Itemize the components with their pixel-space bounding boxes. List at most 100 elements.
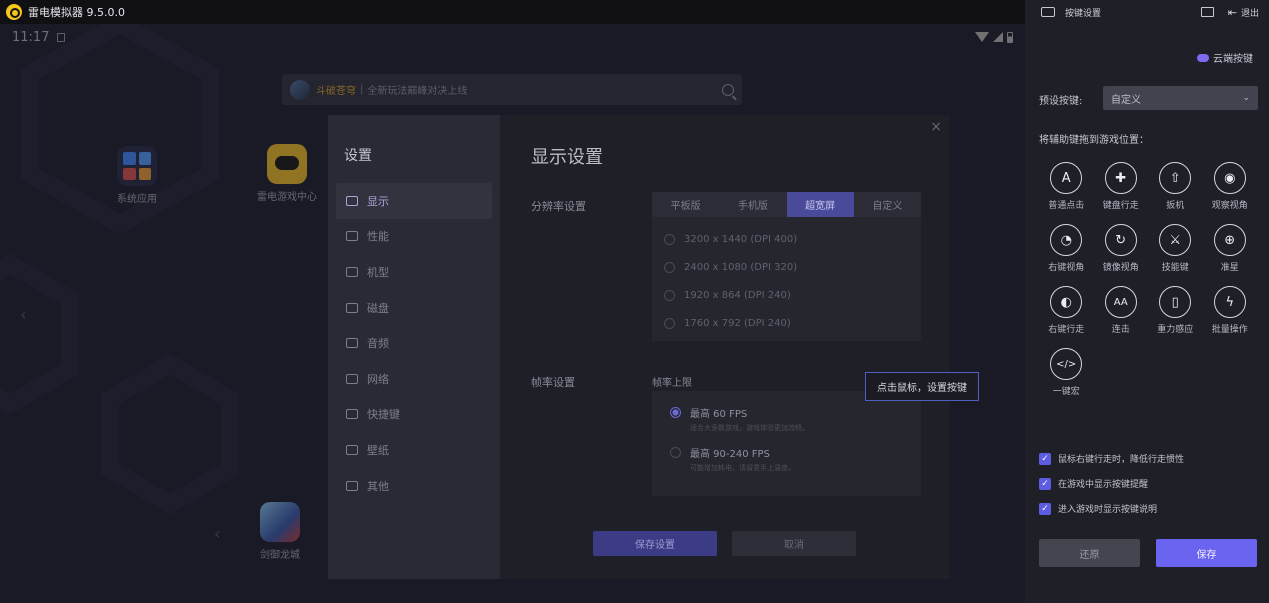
key-label: 普通点击	[1048, 201, 1085, 211]
resolution-option[interactable]: 3200 x 1440 (DPI 400)	[664, 225, 909, 253]
skill-icon[interactable]: ⚔	[1159, 224, 1192, 256]
mouse-icon[interactable]: ◐	[1050, 286, 1083, 318]
combo-icon[interactable]: AA	[1104, 286, 1137, 318]
key-label: 准星	[1220, 263, 1239, 273]
resolution-option[interactable]: 2400 x 1080 (DPI 320)	[664, 253, 909, 281]
key-label: 右键视角	[1048, 263, 1085, 273]
tab-ultrawide[interactable]: 超宽屏	[786, 192, 854, 217]
sidebar-item-shortcuts[interactable]: 快捷键	[336, 397, 492, 433]
radio-button[interactable]	[664, 261, 675, 273]
cloud-keys-button[interactable]: 云端按键	[1197, 50, 1253, 65]
grid-icon	[346, 480, 358, 491]
eye-icon[interactable]: ◉	[1213, 162, 1246, 194]
save-button[interactable]: 保存	[1156, 539, 1257, 567]
preset-label: 预设按键:	[1039, 96, 1083, 107]
sidebar-item-wallpaper[interactable]: 壁纸	[336, 432, 492, 468]
resolution-option[interactable]: 1920 x 864 (DPI 240)	[664, 281, 909, 309]
key-item[interactable]: ϟ 批量操作	[1203, 286, 1258, 335]
key-item[interactable]: ⇧ 扳机	[1148, 162, 1203, 211]
option-label: 1760 x 792 (DPI 240)	[684, 317, 791, 329]
checkbox-checked-icon[interactable]: ✓	[1039, 502, 1051, 515]
fps-option-high[interactable]: 最高 90-240 FPS 可能增加耗电，请留意手上温度。	[670, 445, 903, 473]
resolution-tabs: 平板版 手机版 超宽屏 自定义	[652, 192, 921, 217]
key-item[interactable]: ⚔ 技能键	[1148, 224, 1203, 273]
tab-tablet[interactable]: 平板版	[652, 192, 719, 217]
sidebar-item-performance[interactable]: 性能	[336, 219, 492, 255]
option-description: 可能增加耗电，请留意手上温度。	[690, 464, 795, 472]
sidebar-item-other[interactable]: 其他	[336, 468, 492, 504]
fps-options: 最高 60 FPS 适合大多数游戏，游戏体验更加流畅。 最高 90-240 FP…	[652, 391, 921, 496]
restore-button[interactable]: 还原	[1039, 539, 1140, 567]
mirror-view-icon[interactable]: ↻	[1104, 224, 1137, 256]
chevron-down-icon: ⌄	[1242, 93, 1250, 103]
cloud-icon	[1197, 53, 1209, 62]
radio-button[interactable]	[670, 447, 681, 458]
option-label: 最高 60 FPS	[690, 409, 748, 420]
key-item[interactable]: ◉ 观察视角	[1203, 162, 1258, 211]
keyboard-icon	[1041, 7, 1055, 17]
lightning-icon[interactable]: ϟ	[1213, 286, 1246, 318]
key-item[interactable]: ◐ 右键行走	[1039, 286, 1094, 335]
tap-icon[interactable]: A	[1050, 162, 1083, 194]
key-item[interactable]: ▯ 重力感应	[1148, 286, 1203, 335]
sidebar-item-network[interactable]: 网络	[336, 361, 492, 397]
checkbox-checked-icon[interactable]: ✓	[1039, 477, 1051, 490]
key-label: 扳机	[1166, 201, 1185, 211]
sidebar-item-display[interactable]: 显示	[336, 183, 492, 219]
crosshair-icon[interactable]: ⊕	[1213, 224, 1246, 256]
keymap-panel-header: 按键设置 ⇤ 退出	[1025, 0, 1269, 24]
key-item[interactable]: ↻ 镜像视角	[1094, 224, 1149, 273]
cancel-button[interactable]: 取消	[732, 531, 856, 556]
fps-limit-label: 帧率上限	[652, 378, 692, 389]
preset-select[interactable]: 自定义 ⌄	[1103, 86, 1258, 110]
tab-phone[interactable]: 手机版	[719, 192, 786, 217]
sidebar-item-model[interactable]: 机型	[336, 254, 492, 290]
preset-value: 自定义	[1111, 94, 1141, 106]
checkbox-label: 在游戏中显示按键提醒	[1058, 480, 1149, 490]
key-label: 右键行走	[1048, 325, 1085, 335]
radio-button[interactable]	[664, 233, 675, 245]
gravity-icon[interactable]: ▯	[1159, 286, 1192, 318]
checkbox-show-key-guide[interactable]: ✓ 进入游戏时显示按键说明	[1039, 502, 1157, 515]
audio-icon	[346, 338, 358, 349]
resolution-option[interactable]: 1760 x 792 (DPI 240)	[664, 309, 909, 337]
save-settings-button[interactable]: 保存设置	[593, 531, 717, 556]
sidebar-item-label: 机型	[367, 265, 389, 279]
checkbox-label: 进入游戏时显示按键说明	[1058, 505, 1158, 515]
right-view-icon[interactable]: ◔	[1050, 224, 1083, 256]
checkbox-show-key-hints[interactable]: ✓ 在游戏中显示按键提醒	[1039, 477, 1148, 490]
checkbox-reduce-inertia[interactable]: ✓ 鼠标右键行走时，降低行走惯性	[1039, 452, 1184, 465]
radio-button-selected[interactable]	[670, 407, 681, 418]
key-item[interactable]: ⊕ 准星	[1203, 224, 1258, 273]
key-label: 批量操作	[1211, 325, 1248, 335]
exit-icon[interactable]: ⇤	[1228, 6, 1237, 19]
exit-button[interactable]: 退出	[1241, 6, 1259, 19]
fps-option-60[interactable]: 最高 60 FPS 适合大多数游戏，游戏体验更加流畅。	[670, 405, 903, 433]
sidebar-item-disk[interactable]: 磁盘	[336, 290, 492, 326]
key-item[interactable]: </> 一键宏	[1039, 348, 1094, 397]
key-label: 观察视角	[1211, 201, 1248, 211]
sidebar-title: 设置	[344, 148, 372, 164]
key-item[interactable]: ◔ 右键视角	[1039, 224, 1094, 273]
cloud-keys-label: 云端按键	[1213, 54, 1253, 65]
key-item[interactable]: A 普通点击	[1039, 162, 1094, 211]
dpad-icon[interactable]: ✚	[1104, 162, 1137, 194]
disk-icon	[346, 302, 358, 313]
key-item[interactable]: ✚ 键盘行走	[1094, 162, 1149, 211]
radio-button[interactable]	[664, 317, 675, 329]
key-label: 重力感应	[1157, 325, 1194, 335]
folder-icon[interactable]	[1200, 7, 1214, 17]
globe-icon	[346, 373, 358, 384]
trigger-icon[interactable]: ⇧	[1159, 162, 1192, 194]
macro-icon[interactable]: </>	[1050, 348, 1083, 380]
tab-custom[interactable]: 自定义	[854, 192, 921, 217]
key-item[interactable]: AA 连击	[1094, 286, 1149, 335]
radio-button[interactable]	[664, 289, 675, 301]
settings-sidebar: 设置 显示 性能 机型 磁盘 音频 网络 快捷键 壁纸 其他	[328, 115, 500, 579]
sidebar-item-audio[interactable]: 音频	[336, 325, 492, 361]
checkbox-checked-icon[interactable]: ✓	[1039, 452, 1051, 465]
ldplayer-logo-icon	[6, 4, 22, 20]
close-icon[interactable]: ×	[930, 119, 942, 135]
performance-icon	[346, 231, 358, 242]
option-label: 3200 x 1440 (DPI 400)	[684, 233, 798, 245]
